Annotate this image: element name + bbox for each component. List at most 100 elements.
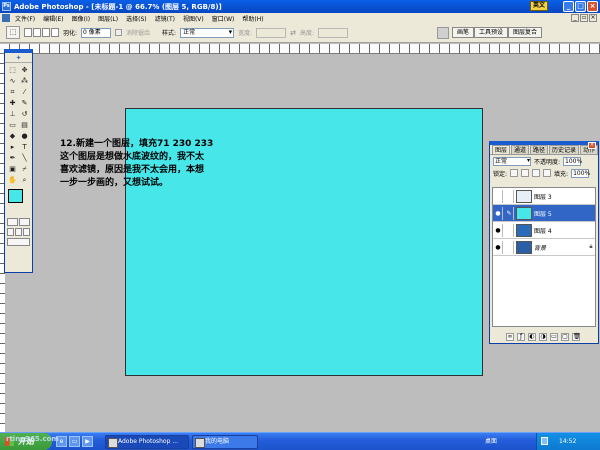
new-group-icon[interactable]: ▭ — [550, 332, 558, 341]
layer-row-background[interactable]: ● 背景 🔒︎ — [493, 239, 595, 256]
adobe-feather-icon[interactable]: ✦ — [5, 53, 32, 63]
new-selection-button[interactable] — [24, 28, 32, 37]
width-input[interactable] — [256, 27, 287, 38]
lock-position-icon[interactable] — [532, 169, 541, 177]
layer-row-layer-3[interactable]: 图层 3 — [493, 188, 595, 205]
menu-image[interactable]: 图像(I) — [69, 14, 93, 23]
shape-tool-icon[interactable]: ╲ — [19, 153, 30, 163]
new-layer-icon[interactable]: ▢ — [561, 332, 569, 341]
menu-filter[interactable]: 滤镜(T) — [152, 14, 178, 23]
move-tool-icon[interactable]: ✥ — [19, 65, 30, 75]
menu-select[interactable]: 选择(S) — [123, 14, 150, 23]
layer-list: 图层 3 ● ✎ 图层 5 ● 图层 4 ● 背景 🔒︎ — [492, 187, 596, 327]
antialias-checkbox[interactable] — [115, 29, 123, 36]
tab-tool-presets[interactable]: 工具预设 — [474, 27, 509, 38]
menu-window[interactable]: 窗口(W) — [209, 14, 238, 23]
desktop-icon[interactable]: ▭ — [69, 436, 80, 447]
menu-file[interactable]: 文件(F) — [12, 14, 38, 23]
marquee-tool-preset-icon[interactable]: ⬚ — [6, 26, 20, 39]
lock-pixels-icon[interactable] — [521, 169, 530, 177]
screen-mode-full-button[interactable] — [23, 228, 30, 236]
standard-mode-button[interactable] — [7, 218, 18, 226]
layer-row-layer-5[interactable]: ● ✎ 图层 5 — [493, 205, 595, 222]
eye-icon[interactable]: ● — [494, 240, 503, 254]
lock-all-icon[interactable] — [543, 169, 552, 177]
healing-brush-icon[interactable]: ✚ — [7, 98, 18, 108]
opacity-input[interactable]: 100% — [563, 156, 582, 166]
link-slot[interactable] — [505, 189, 514, 203]
tab-brushes[interactable]: 画笔 — [452, 27, 475, 38]
quick-mask-button[interactable] — [19, 218, 30, 226]
type-tool-icon[interactable]: T — [19, 142, 30, 152]
horizontal-ruler — [0, 44, 600, 54]
hand-tool-icon[interactable]: ✋ — [7, 175, 18, 185]
add-selection-button[interactable] — [33, 28, 41, 37]
add-mask-icon[interactable]: ◐ — [528, 332, 536, 341]
title-bar: Ps Adobe Photoshop - [未标题-1 @ 66.7% (图层 … — [0, 0, 600, 13]
delete-layer-icon[interactable]: 🗑︎ — [572, 332, 581, 341]
screen-mode-standard-button[interactable] — [7, 228, 14, 236]
jump-to-imageready-button[interactable] — [7, 238, 30, 246]
doc-restore-button[interactable]: ▫ — [580, 14, 588, 22]
screen-mode-full-menu-button[interactable] — [15, 228, 22, 236]
eye-icon[interactable]: ● — [494, 223, 503, 237]
layer-row-layer-4[interactable]: ● 图层 4 — [493, 222, 595, 239]
crop-tool-icon[interactable]: ⌗ — [7, 87, 18, 97]
doc-close-button[interactable]: × — [589, 14, 597, 22]
task-photoshop[interactable]: Adobe Photoshop ... — [105, 435, 189, 449]
dodge-tool-icon[interactable]: ● — [19, 131, 30, 141]
volume-icon[interactable] — [541, 437, 548, 445]
clone-stamp-icon[interactable]: ⊥ — [7, 109, 18, 119]
doc-minimize-button[interactable]: _ — [571, 14, 579, 22]
notes-tool-icon[interactable]: ▣ — [7, 164, 18, 174]
magic-wand-icon[interactable]: ⁂ — [19, 76, 30, 86]
pen-tool-icon[interactable]: ✒ — [7, 153, 18, 163]
style-select[interactable]: 正常 — [180, 27, 235, 38]
tab-layer-comps[interactable]: 图层复合 — [508, 27, 543, 38]
new-fill-layer-icon[interactable]: ◑ — [539, 332, 547, 341]
layer-style-icon[interactable]: ƒ — [517, 332, 525, 341]
height-input[interactable] — [318, 27, 349, 38]
media-icon[interactable]: ▶ — [82, 436, 93, 447]
eye-icon[interactable]: ● — [494, 206, 503, 220]
fill-input[interactable]: 100% — [571, 168, 590, 178]
marquee-tool-icon[interactable]: ⬚ — [7, 65, 18, 75]
eyedropper-icon[interactable]: ⌿ — [19, 164, 30, 174]
eraser-tool-icon[interactable]: ▭ — [7, 120, 18, 130]
gradient-tool-icon[interactable]: ▤ — [19, 120, 30, 130]
lock-transparency-icon[interactable] — [510, 169, 519, 177]
maximize-button[interactable]: □ — [575, 1, 586, 12]
menu-layer[interactable]: 图层(L) — [95, 14, 121, 23]
ime-indicator[interactable]: 英文 — [530, 1, 548, 11]
path-select-icon[interactable]: ▸ — [7, 142, 18, 152]
minimize-button[interactable]: _ — [563, 1, 574, 12]
menu-help[interactable]: 帮助(H) — [239, 14, 266, 23]
link-slot[interactable] — [505, 240, 514, 254]
task-my-computer[interactable]: 我的电脑 — [192, 435, 258, 449]
lasso-tool-icon[interactable]: ∿ — [7, 76, 18, 86]
feather-input[interactable]: 0 像素 — [81, 27, 112, 38]
blend-mode-select[interactable]: 正常 — [493, 156, 531, 166]
link-layers-icon[interactable]: ∞ — [506, 332, 514, 341]
history-brush-icon[interactable]: ↺ — [19, 109, 30, 119]
intersect-selection-button[interactable] — [51, 28, 59, 37]
zoom-tool-icon[interactable]: ⌕ — [19, 175, 30, 185]
brush-tool-icon[interactable]: ✎ — [19, 98, 30, 108]
menu-edit[interactable]: 编辑(E) — [40, 14, 66, 23]
tab-history[interactable]: 历史记录 — [549, 145, 580, 154]
panel-close-icon[interactable]: × — [588, 142, 596, 149]
swap-icon[interactable]: ⇄ — [290, 29, 296, 37]
tab-channels[interactable]: 通道 — [511, 145, 530, 154]
visibility-toggle[interactable] — [494, 189, 503, 203]
foreground-color-swatch[interactable] — [8, 189, 23, 203]
desktop-toolbar-label[interactable]: 桌面 — [485, 433, 497, 450]
subtract-selection-button[interactable] — [42, 28, 50, 37]
paintbrush-icon[interactable]: ✎ — [505, 206, 514, 220]
tab-paths[interactable]: 路径 — [530, 145, 549, 154]
slice-tool-icon[interactable]: ⁄ — [19, 87, 30, 97]
tab-layers[interactable]: 图层 — [492, 145, 511, 154]
blur-tool-icon[interactable]: ◆ — [7, 131, 18, 141]
menu-view[interactable]: 视图(V) — [180, 14, 207, 23]
link-slot[interactable] — [505, 223, 514, 237]
close-button[interactable]: × — [587, 1, 598, 12]
